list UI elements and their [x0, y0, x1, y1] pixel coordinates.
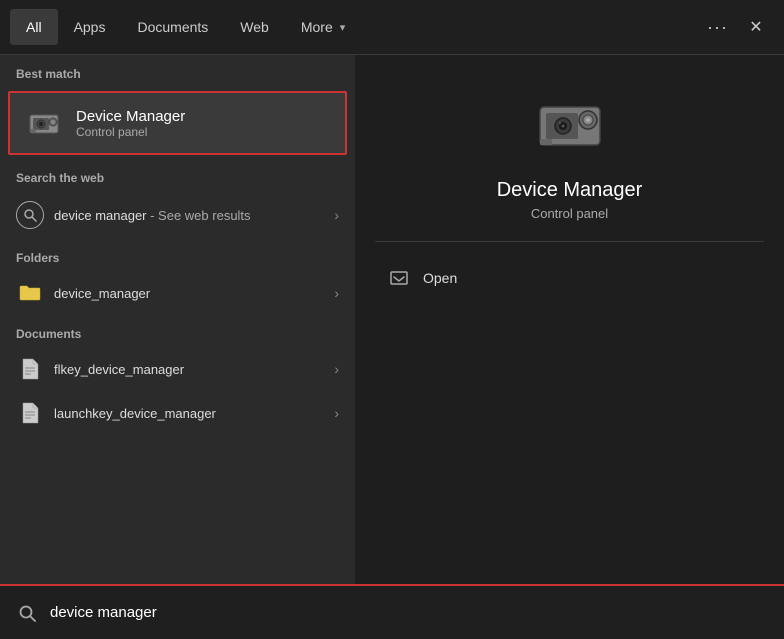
- close-button[interactable]: ✕: [738, 9, 774, 45]
- search-bar: [0, 584, 784, 639]
- best-match-subtitle: Control panel: [76, 125, 185, 139]
- search-input[interactable]: [50, 604, 770, 621]
- folders-label: Folders: [0, 239, 355, 271]
- web-search-text: device manager - See web results: [54, 208, 334, 223]
- document-icon-2: [16, 399, 44, 427]
- search-icon: [14, 600, 40, 626]
- folder-item-text: device_manager: [54, 286, 334, 301]
- tab-web[interactable]: Web: [224, 9, 285, 45]
- right-panel-divider: [375, 241, 764, 242]
- folder-chevron-icon: ›: [334, 285, 339, 301]
- tab-more[interactable]: More ▾: [285, 9, 361, 45]
- document-flkey-text: flkey_device_manager: [54, 362, 334, 377]
- document-icon: [16, 355, 44, 383]
- right-panel-title: Device Manager: [497, 179, 643, 202]
- action-open-label: Open: [423, 270, 457, 286]
- best-match-title: Device Manager: [76, 108, 185, 125]
- best-match-text: Device Manager Control panel: [76, 108, 185, 139]
- left-panel: Best match Device Manager C: [0, 55, 355, 584]
- launchkey-chevron-icon: ›: [334, 405, 339, 421]
- main-container: Best match Device Manager C: [0, 55, 784, 584]
- search-web-icon: [16, 201, 44, 229]
- right-panel-app-icon: [530, 85, 610, 165]
- folder-item-device-manager[interactable]: device_manager ›: [0, 271, 355, 315]
- right-panel: Device Manager Control panel Open: [355, 55, 784, 584]
- documents-label: Documents: [0, 315, 355, 347]
- right-panel-subtitle: Control panel: [531, 206, 608, 221]
- chevron-down-icon: ▾: [340, 21, 346, 34]
- action-open[interactable]: Open: [375, 256, 764, 300]
- web-search-chevron-icon: ›: [334, 207, 339, 223]
- best-match-item[interactable]: Device Manager Control panel: [8, 91, 347, 155]
- open-icon: [385, 264, 413, 292]
- top-nav: All Apps Documents Web More ▾ ··· ✕: [0, 0, 784, 55]
- document-launchkey-text: launchkey_device_manager: [54, 406, 334, 421]
- web-search-item[interactable]: device manager - See web results ›: [0, 191, 355, 239]
- folder-icon: [16, 279, 44, 307]
- tab-apps[interactable]: Apps: [58, 9, 122, 45]
- device-manager-icon: [24, 103, 64, 143]
- tab-all[interactable]: All: [10, 9, 58, 45]
- tab-documents[interactable]: Documents: [121, 9, 224, 45]
- more-options-button[interactable]: ···: [697, 11, 738, 44]
- web-section-label: Search the web: [0, 159, 355, 191]
- flkey-chevron-icon: ›: [334, 361, 339, 377]
- document-item-flkey[interactable]: flkey_device_manager ›: [0, 347, 355, 391]
- best-match-label: Best match: [0, 55, 355, 87]
- document-item-launchkey[interactable]: launchkey_device_manager ›: [0, 391, 355, 435]
